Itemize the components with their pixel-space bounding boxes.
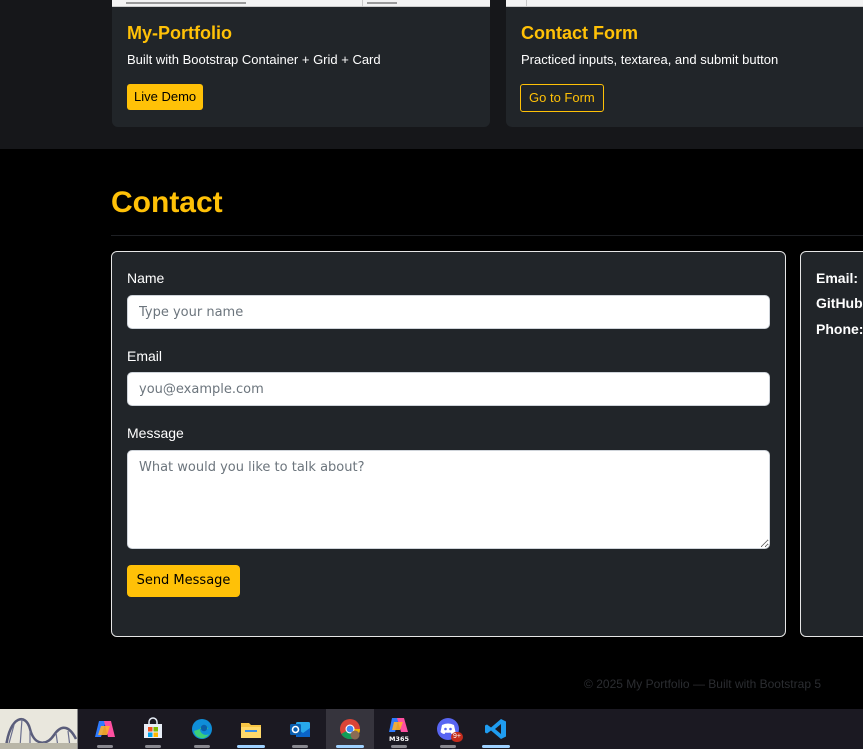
chrome-icon [340, 719, 361, 740]
contact-info-card: Email: GitHub: Phone: [800, 251, 863, 637]
copilot-icon [95, 721, 115, 737]
message-textarea[interactable] [127, 450, 770, 549]
send-message-button[interactable]: Send Message [127, 565, 240, 597]
name-input[interactable] [127, 295, 770, 329]
file-explorer-taskbar-button[interactable] [227, 709, 275, 749]
taskbar: M365 9+ [0, 709, 863, 749]
outlook-icon [290, 722, 310, 737]
projects-section: My-Portfolio Built with Bootstrap Contai… [0, 0, 863, 149]
store-taskbar-button[interactable] [129, 709, 177, 749]
contact-heading: Contact [111, 186, 223, 219]
discord-taskbar-button[interactable]: 9+ [424, 709, 472, 749]
info-email-label: Email: [816, 270, 859, 286]
project-thumbnail [506, 0, 863, 7]
info-github-label: GitHub: [816, 295, 863, 311]
live-demo-button[interactable]: Live Demo [127, 84, 204, 110]
vscode-taskbar-button[interactable] [472, 709, 520, 749]
message-label: Message [127, 425, 184, 441]
roller-coaster-thumbnail-icon [0, 709, 77, 749]
microsoft-store-icon [144, 717, 162, 738]
contact-form: Name Email Message Send Message [111, 251, 786, 637]
window-thumbnail[interactable] [0, 709, 78, 749]
project-title: Contact Form [521, 23, 638, 43]
email-input[interactable] [127, 372, 770, 406]
m365-copilot-icon: M365 [389, 718, 410, 743]
project-thumbnail [112, 0, 490, 7]
copilot-taskbar-button[interactable] [81, 709, 129, 749]
edge-icon [192, 719, 212, 739]
go-to-form-button[interactable]: Go to Form [520, 84, 604, 112]
project-description: Built with Bootstrap Container + Grid + … [127, 52, 381, 67]
edge-taskbar-button[interactable] [178, 709, 226, 749]
file-explorer-icon [241, 723, 261, 738]
footer-copyright: © 2025 My Portfolio — Built with Bootstr… [584, 677, 821, 691]
chrome-taskbar-button[interactable] [326, 709, 374, 749]
heading-divider [111, 235, 863, 236]
outlook-taskbar-button[interactable] [276, 709, 324, 749]
name-label: Name [127, 270, 165, 286]
project-card-my-portfolio: My-Portfolio Built with Bootstrap Contai… [112, 0, 490, 127]
info-phone-label: Phone: [816, 321, 863, 337]
email-label: Email [127, 348, 163, 364]
project-card-contact-form: Contact Form Practiced inputs, textarea,… [506, 0, 863, 127]
project-title: My-Portfolio [127, 23, 232, 43]
discord-badge: 9+ [451, 732, 463, 742]
m365-taskbar-button[interactable]: M365 [375, 709, 423, 749]
vscode-icon [485, 719, 506, 739]
project-description: Practiced inputs, textarea, and submit b… [521, 52, 779, 67]
svg-text:M365: M365 [389, 735, 410, 743]
